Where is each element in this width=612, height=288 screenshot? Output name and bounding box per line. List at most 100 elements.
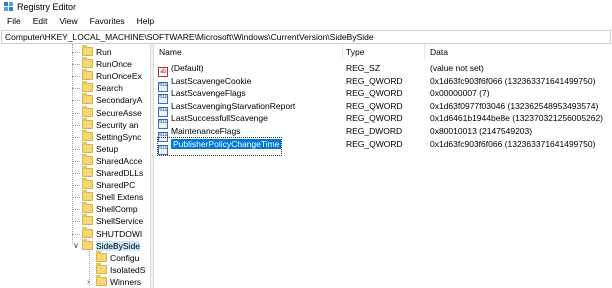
expand-chevron-icon[interactable]: › xyxy=(87,276,90,288)
value-row[interactable]: ab (Default) REG_SZ (value not set) xyxy=(154,62,612,77)
value-row[interactable]: 011 LastScavengeFlags REG_QWORD 0x00000007 … xyxy=(154,87,612,105)
value-name-cell[interactable]: 011 PublisherPolicyChangeTime xyxy=(156,136,283,156)
value-name: PublisherPolicyChangeTime xyxy=(171,138,282,149)
key-tree[interactable]: Run RunOnce RunOnceEx Search SecondaryA Secur… xyxy=(0,44,150,288)
folder-icon xyxy=(82,202,93,214)
tree-connector xyxy=(72,76,80,78)
value-data: 0x80010013 (2147549203) xyxy=(430,126,533,136)
tree-item-secureasse[interactable]: SecureAsse xyxy=(72,105,142,119)
tree-connector xyxy=(72,221,80,223)
tree-item-label: Run xyxy=(96,47,112,57)
tree-item-secondarya[interactable]: SecondaryA xyxy=(72,93,143,106)
tree-item-shellcomp[interactable]: ShellComp xyxy=(72,202,138,215)
tree-item-runonce[interactable]: RunOnce xyxy=(72,57,132,70)
tree-item-sharedpc[interactable]: SharedPC xyxy=(72,178,136,191)
folder-icon xyxy=(82,45,93,56)
tree-item-label: SharedPC xyxy=(96,180,136,191)
folder-icon xyxy=(82,141,93,153)
tree-connector xyxy=(72,124,80,126)
value-type: REG_QWORD xyxy=(346,138,403,149)
tree-item-shellservice[interactable]: ShellService xyxy=(72,214,144,227)
tree-item-label: SecureAsse xyxy=(96,107,142,118)
menu-favorites[interactable]: Favorites xyxy=(83,15,130,29)
value-type: REG_QWORD xyxy=(346,113,403,124)
tree-item-label: SideBySide xyxy=(96,240,140,251)
address-bar[interactable]: Computer\HKEY_LOCAL_MACHINE\SOFTWARE\Mic… xyxy=(1,30,611,44)
value-type: REG_DWORD xyxy=(346,126,403,136)
tree-item-label: SharedDLLs xyxy=(96,168,144,178)
menu-view[interactable]: View xyxy=(52,15,82,29)
folder-icon xyxy=(82,178,93,190)
tree-connector xyxy=(72,136,80,138)
folder-icon xyxy=(82,69,93,81)
tree-item-shutdowi[interactable]: SHUTDOWI xyxy=(72,226,142,240)
menu-edit[interactable]: Edit xyxy=(26,15,53,29)
value-row[interactable]: 011 LastScavengingStarvationReport REG_QWO… xyxy=(154,100,612,117)
tree-item-winners[interactable]: › Winners xyxy=(87,274,141,288)
column-divider[interactable] xyxy=(424,44,425,59)
folder-icon xyxy=(96,262,107,274)
value-name: MaintenanceFlags xyxy=(171,126,241,136)
tree-connector xyxy=(72,160,80,162)
folder-icon xyxy=(82,129,93,141)
value-data: 0x1d63f0977f03046 (132362548953493574) xyxy=(430,100,599,111)
value-row[interactable]: 011 LastScavengeCookie REG_QWORD 0x1d63fc90… xyxy=(154,75,612,92)
tree-item-label: Configu xyxy=(110,252,140,263)
tree-item-label: ShellComp xyxy=(96,204,138,215)
tree-connector xyxy=(72,197,80,199)
folder-icon xyxy=(82,238,93,250)
value-name: (Default) xyxy=(171,63,204,73)
menu-bar: File Edit View Favorites Help xyxy=(0,15,612,29)
tree-connector xyxy=(72,173,80,174)
title-bar: Registry Editor xyxy=(0,0,612,14)
tree-item-label: ShellService xyxy=(96,216,144,227)
folder-icon xyxy=(82,153,93,165)
tree-connector xyxy=(72,148,80,150)
tree-item-label: RunOnceEx xyxy=(96,71,142,82)
tree-item-runonceex[interactable]: RunOnceEx xyxy=(72,69,142,82)
tree-item-label: RunOnce xyxy=(96,59,132,70)
tree-item-security-an[interactable]: Security an xyxy=(72,117,139,131)
folder-icon xyxy=(82,226,93,238)
menu-help[interactable]: Help xyxy=(130,15,159,29)
value-data: 0x1d63fc903f6f066 (132363371641499750) xyxy=(430,75,596,86)
folder-icon xyxy=(96,250,107,262)
tree-item-sharedacce[interactable]: SharedAcce xyxy=(72,153,142,167)
folder-icon xyxy=(82,81,93,93)
tree-item-settingsync[interactable]: SettingSync xyxy=(72,129,141,143)
tree-item-search[interactable]: Search xyxy=(72,81,123,94)
tree-item-label: IsolatedS xyxy=(110,264,146,275)
value-type: REG_QWORD xyxy=(346,100,403,111)
tree-connector xyxy=(72,100,80,102)
tree-connector xyxy=(72,185,80,187)
values-list[interactable]: Name Type Data ab (Default) REG_SZ (value n… xyxy=(154,44,612,288)
tree-item-configu[interactable]: Configu xyxy=(96,250,140,264)
value-type: REG_QWORD xyxy=(346,88,403,99)
expand-chevron-icon[interactable]: ∨ xyxy=(73,240,79,252)
column-divider[interactable] xyxy=(342,44,343,59)
tree-item-label: Search xyxy=(96,83,123,94)
value-name: LastSuccessfullScavenge xyxy=(171,113,268,124)
window-title: Registry Editor xyxy=(17,2,77,12)
tree-item-isolateds[interactable]: IsolatedS xyxy=(96,262,146,276)
value-name: LastScavengeFlags xyxy=(171,88,246,99)
tree-item-label: Security an xyxy=(96,119,139,130)
column-header-name[interactable]: Name xyxy=(159,46,182,59)
column-header-type[interactable]: Type xyxy=(346,46,364,59)
folder-icon xyxy=(82,57,93,69)
tree-item-shareddlls[interactable]: SharedDLLs xyxy=(72,166,144,179)
binary-value-icon: 011 xyxy=(158,144,168,155)
tree-item-label: Shell Extens xyxy=(96,192,144,203)
value-row[interactable]: 011 MaintenanceFlags REG_DWORD 0x80010013 (… xyxy=(154,125,612,142)
registry-editor-icon xyxy=(4,2,13,11)
tree-connector xyxy=(72,112,80,114)
tree-item-setup[interactable]: Setup xyxy=(72,141,118,155)
value-row[interactable]: 011 PublisherPolicyChangeTime REG_QWORD 0x1… xyxy=(154,136,612,156)
tree-item-shell-extens[interactable]: Shell Extens xyxy=(72,190,144,203)
tree-item-label: SecondaryA xyxy=(96,95,143,106)
menu-file[interactable]: File xyxy=(0,15,26,29)
value-row[interactable]: 011 LastSuccessfullScavenge REG_QWORD 0x1d6… xyxy=(154,112,612,130)
tree-item-sidebyside[interactable]: ∨ SideBySide xyxy=(73,238,140,252)
tree-connector xyxy=(72,209,80,211)
column-header-data[interactable]: Data xyxy=(430,46,448,59)
